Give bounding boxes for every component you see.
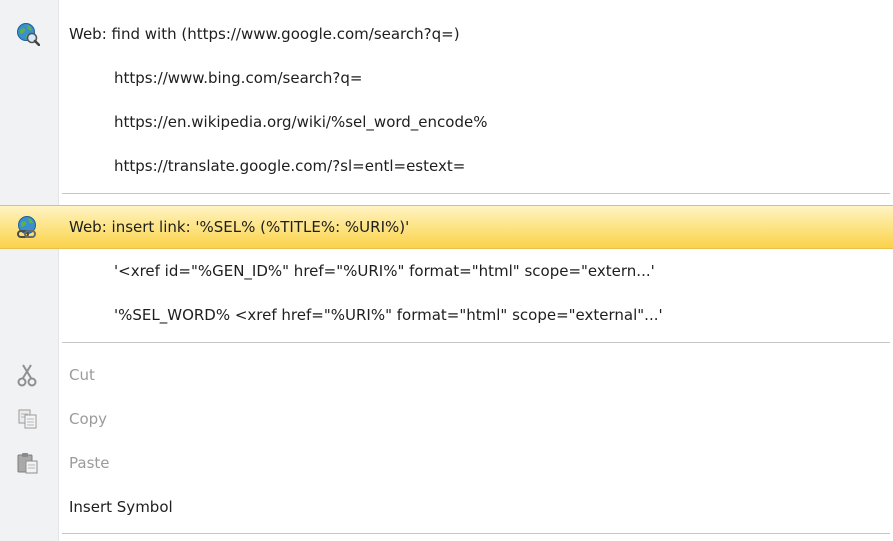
globe-search-icon [16,22,41,47]
globe-link-icon [16,216,40,240]
menu-separator [62,533,890,535]
menu-separator [62,342,890,344]
clipboard-paste-icon [16,451,40,475]
context-menu: Web: find with (https://www.google.com/s… [0,0,893,541]
menu-item-search-engine-translate[interactable]: https://translate.google.com/?sl=entl=es… [0,144,893,188]
menu-item-web-insert-link[interactable]: Web: insert link: '%SEL% (%TITLE%: %URI%… [0,205,893,249]
menu-item-label: https://www.bing.com/search?q= [114,69,363,87]
copy-icon [16,407,40,431]
menu-item-web-find[interactable]: Web: find with (https://www.google.com/s… [0,12,893,56]
menu-item-label: Web: insert link: '%SEL% (%TITLE%: %URI%… [69,218,410,236]
menu-item-label: Paste [69,454,110,472]
menu-item-label: https://en.wikipedia.org/wiki/%sel_word_… [114,113,488,131]
menu-item-search-engine-bing[interactable]: https://www.bing.com/search?q= [0,56,893,100]
menu-item-label: Insert Symbol [69,498,173,516]
menu-item-search-engine-wikipedia[interactable]: https://en.wikipedia.org/wiki/%sel_word_… [0,100,893,144]
menu-item-copy[interactable]: Copy [0,397,893,441]
menu-item-link-template-xref-id[interactable]: '<xref id="%GEN_ID%" href="%URI%" format… [0,249,893,293]
menu-item-insert-symbol[interactable]: Insert Symbol [0,485,893,529]
scissors-icon [16,363,40,387]
menu-item-label: '%SEL_WORD% <xref href="%URI%" format="h… [114,306,663,324]
menu-item-link-template-sel-word[interactable]: '%SEL_WORD% <xref href="%URI%" format="h… [0,293,893,337]
menu-item-cut[interactable]: Cut [0,353,893,397]
menu-item-label: '<xref id="%GEN_ID%" href="%URI%" format… [114,262,655,280]
menu-item-paste[interactable]: Paste [0,441,893,485]
menu-item-label: Web: find with (https://www.google.com/s… [69,25,460,43]
menu-separator [62,193,890,195]
menu-item-label: https://translate.google.com/?sl=entl=es… [114,157,466,175]
menu-item-label: Cut [69,366,95,384]
menu-item-label: Copy [69,410,108,428]
